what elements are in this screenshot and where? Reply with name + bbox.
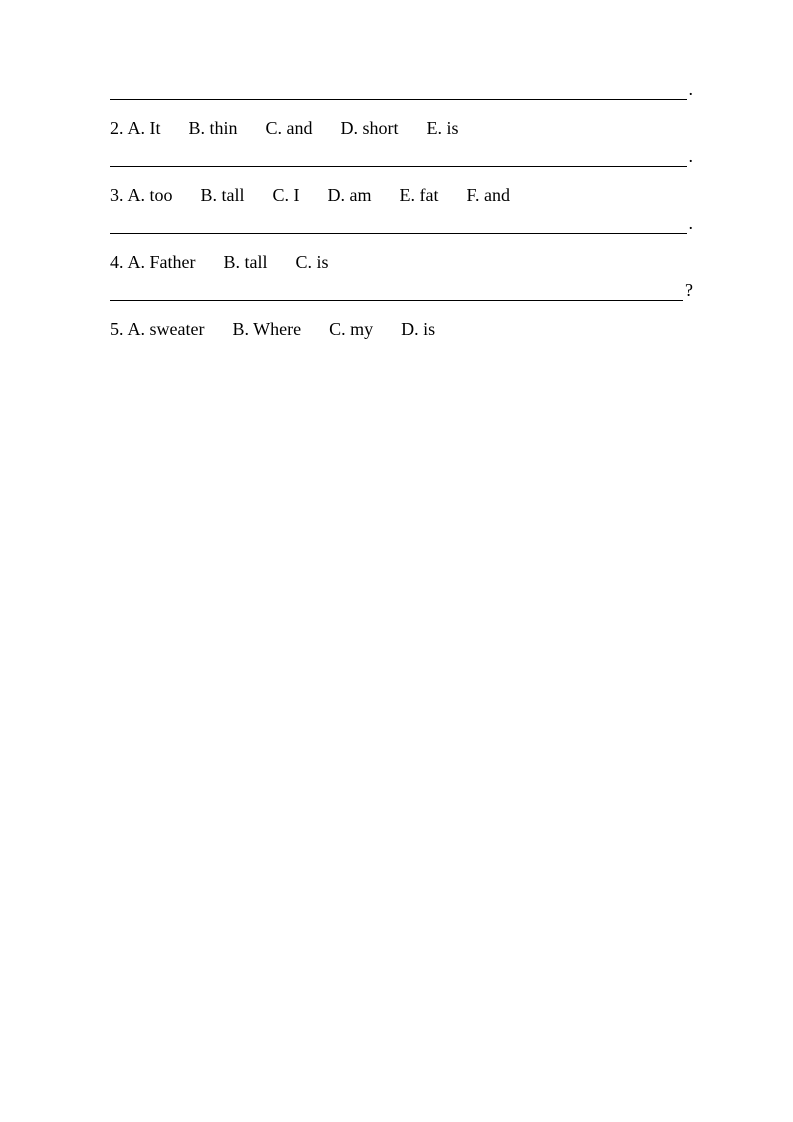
end-mark-2: .	[689, 80, 694, 100]
answer-line-row-2: .	[110, 80, 693, 100]
option-3-a: A. too	[128, 185, 173, 206]
answer-line-row-5: ?	[110, 281, 693, 301]
answer-line-2	[110, 80, 687, 100]
option-5-c: C. my	[329, 319, 373, 340]
option-5-b: B. Where	[232, 319, 301, 340]
option-2-a: A. It	[128, 118, 161, 139]
end-mark-4: .	[689, 214, 694, 234]
answer-line-row-4: .	[110, 214, 693, 234]
question-2: . 2. A. It B. thin C. and D. short E. is	[110, 80, 693, 139]
option-5-d: D. is	[401, 319, 435, 340]
question-5: ? 5. A. sweater B. Where C. my D. is	[110, 281, 693, 340]
question-4: . 4. A. Father B. tall C. is	[110, 214, 693, 273]
option-3-b: B. tall	[201, 185, 245, 206]
answer-line-4	[110, 214, 687, 234]
option-3-e: E. fat	[400, 185, 439, 206]
answer-line-5	[110, 281, 683, 301]
question-num-3: 3.	[110, 185, 124, 206]
question-num-2: 2.	[110, 118, 124, 139]
question-3: . 3. A. too B. tall C. I D. am E. fat F.…	[110, 147, 693, 206]
options-row-3: 3. A. too B. tall C. I D. am E. fat F. a…	[110, 185, 693, 206]
options-row-5: 5. A. sweater B. Where C. my D. is	[110, 319, 693, 340]
option-4-c: C. is	[295, 252, 328, 273]
end-mark-3: .	[689, 147, 694, 167]
option-3-f: F. and	[466, 185, 510, 206]
question-num-4: 4.	[110, 252, 124, 273]
end-mark-5: ?	[685, 281, 693, 301]
answer-line-3	[110, 147, 687, 167]
option-2-d: D. short	[341, 118, 399, 139]
option-4-a: A. Father	[128, 252, 196, 273]
option-3-d: D. am	[328, 185, 372, 206]
option-2-c: C. and	[266, 118, 313, 139]
option-2-e: E. is	[427, 118, 459, 139]
answer-line-row-3: .	[110, 147, 693, 167]
option-4-b: B. tall	[223, 252, 267, 273]
question-num-5: 5.	[110, 319, 124, 340]
page: . 2. A. It B. thin C. and D. short E. is…	[0, 0, 793, 1122]
option-2-b: B. thin	[189, 118, 238, 139]
option-5-a: A. sweater	[128, 319, 205, 340]
options-row-4: 4. A. Father B. tall C. is	[110, 252, 693, 273]
options-row-2: 2. A. It B. thin C. and D. short E. is	[110, 118, 693, 139]
option-3-c: C. I	[273, 185, 300, 206]
